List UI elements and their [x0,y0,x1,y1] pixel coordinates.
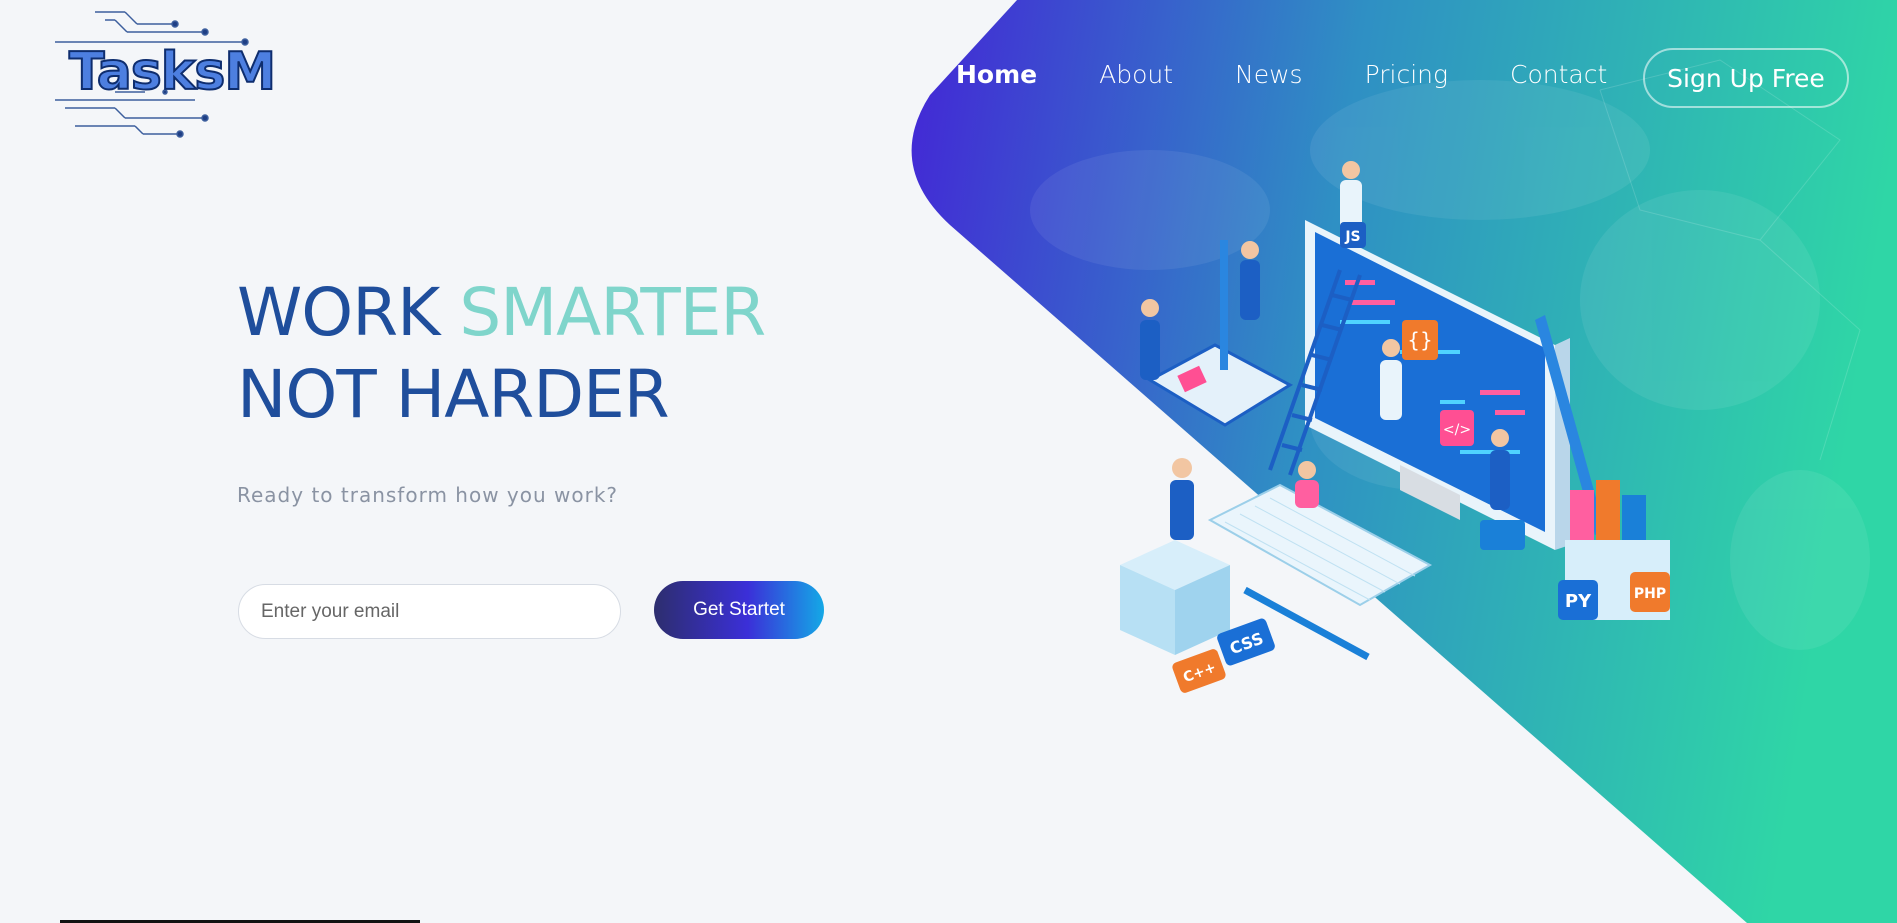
hero-headline: WORK SMARTER NOT HARDER [237,272,766,436]
svg-text:{}: {} [1407,328,1432,352]
pedestal-box-icon [1120,540,1230,655]
drafting-board-icon [1146,240,1294,427]
monitor-icon [1305,220,1570,550]
keyboard-icon [1207,483,1433,607]
nav-item-home[interactable]: Home [956,60,1037,89]
landing-page: TasksM Home About News Pricing Contact S… [0,0,1897,923]
hero-subtext: Ready to transform how you work? [237,483,619,507]
js-label: JS [1344,229,1360,245]
headline-word-smarter: SMARTER [459,274,766,351]
email-input[interactable] [238,584,621,639]
headline-line-2: NOT HARDER [237,356,670,433]
nav-item-pricing[interactable]: Pricing [1365,60,1448,89]
sharpener-icon [1480,520,1525,550]
sign-up-button[interactable]: Sign Up Free [1643,48,1849,108]
headline-word-work: WORK [237,274,440,351]
get-started-button[interactable]: Get Startet [654,581,824,639]
py-label: PY [1565,591,1592,612]
main-nav: Home About News Pricing Contact [956,60,1669,89]
nav-item-news[interactable]: News [1235,60,1303,89]
logo-text: TasksM [68,41,277,103]
nav-item-contact[interactable]: Contact [1510,60,1607,89]
svg-text:</>: </> [1443,422,1471,438]
php-label: PHP [1634,586,1666,602]
nav-item-about[interactable]: About [1099,60,1173,89]
logo[interactable]: TasksM [55,8,277,138]
developer-team-illustration: {} </> JS CSS C++ PY PHP [1120,161,1670,693]
